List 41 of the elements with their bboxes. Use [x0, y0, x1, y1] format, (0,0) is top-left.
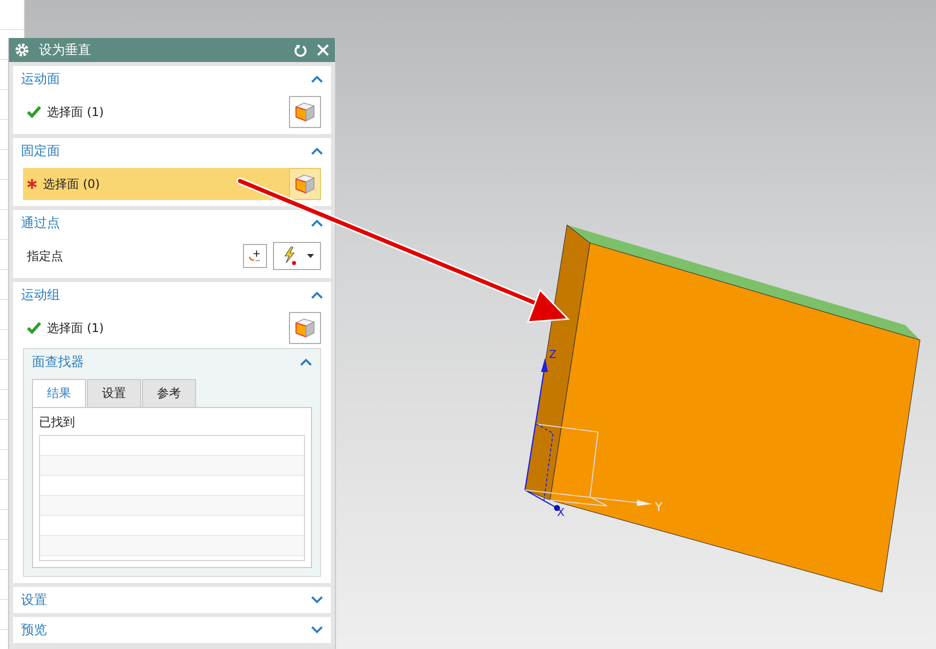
chevron-up-icon[interactable] [311, 219, 323, 227]
finder-title: 面查找器 [32, 354, 84, 371]
axis-label: X [557, 506, 565, 519]
section-title[interactable]: 通过点 [21, 214, 60, 232]
selection-row[interactable]: 选择面 (0) [23, 168, 321, 200]
point-dialog-button[interactable] [243, 244, 267, 268]
axis-label: Y [655, 500, 662, 514]
selection-label: 选择面 (0) [43, 176, 101, 192]
found-label: 已找到 [39, 414, 76, 431]
section-title[interactable]: 设置 [21, 591, 47, 609]
axis-label: Z [549, 348, 557, 361]
selection-row[interactable]: 选择面 (1) [23, 96, 321, 128]
caret-icon [306, 254, 314, 258]
select-face-button[interactable] [289, 168, 321, 200]
chevron-up-icon[interactable] [311, 75, 323, 83]
close-icon[interactable] [317, 44, 329, 56]
selection-label: 选择面 (1) [47, 104, 105, 120]
tab[interactable]: 结果 [32, 379, 86, 407]
cube-icon [294, 173, 316, 195]
section-title[interactable]: 运动组 [21, 286, 60, 304]
select-face-button[interactable] [289, 312, 321, 344]
dialog-title: 设为垂直 [39, 42, 92, 59]
section-title[interactable]: 运动面 [21, 70, 60, 88]
tab[interactable]: 参考 [142, 379, 196, 407]
select-face-button[interactable] [289, 96, 321, 128]
inferred-point-dropdown[interactable] [273, 242, 321, 270]
chevron-up-icon[interactable] [311, 147, 323, 155]
selection-row[interactable]: 选择面 (1) [23, 312, 321, 344]
chevron-up-icon[interactable] [300, 358, 312, 366]
chevron-down-icon[interactable] [311, 626, 323, 634]
point-label: 指定点 [27, 248, 64, 264]
reset-icon[interactable] [294, 44, 307, 56]
cube-icon [294, 101, 316, 123]
chevron-down-icon[interactable] [311, 596, 323, 604]
cube-icon [294, 317, 316, 339]
tab[interactable]: 设置 [87, 379, 141, 407]
section-title[interactable]: 固定面 [21, 142, 60, 160]
section-title[interactable]: 预览 [21, 621, 47, 639]
chevron-up-icon[interactable] [311, 291, 323, 299]
settings-icon[interactable] [15, 43, 29, 57]
selection-label: 选择面 (1) [47, 320, 105, 336]
